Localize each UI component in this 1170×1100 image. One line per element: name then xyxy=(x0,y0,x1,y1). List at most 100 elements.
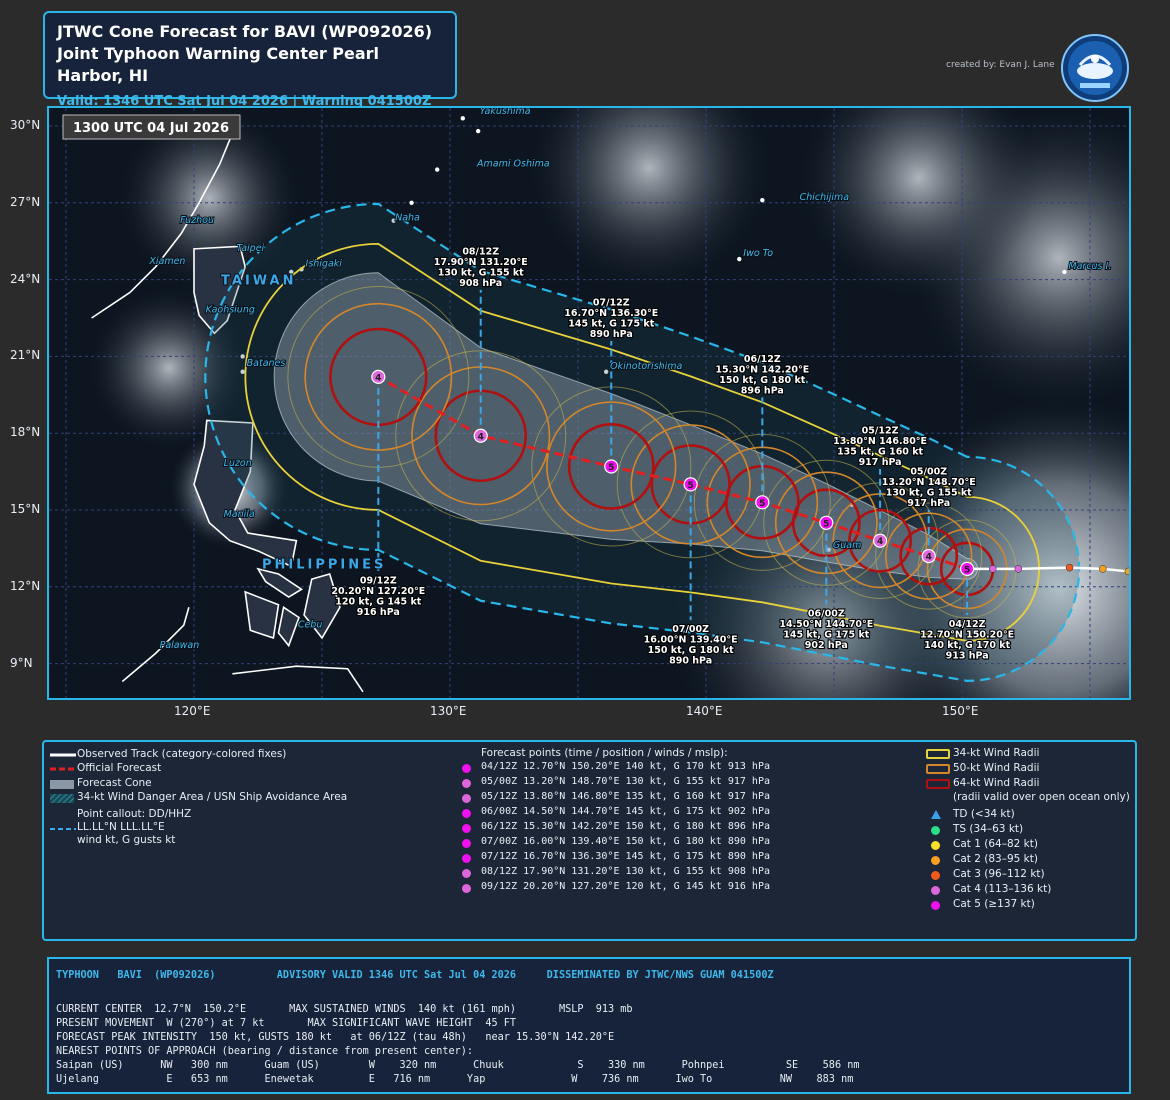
forecast-point-category: 4 xyxy=(877,537,883,547)
place-label: Fuzhou xyxy=(180,215,214,226)
callout-text: 16.00°N 139.40°E xyxy=(644,635,738,646)
forecast-points-header: Forecast points (time / position / winds… xyxy=(481,747,728,759)
callout-text: 130 kt, G 155 kt xyxy=(886,488,972,499)
callout-text: 140 kt, G 170 kt xyxy=(924,640,1010,651)
callout-text: 04/12Z xyxy=(949,619,986,630)
place-label: Kaohsiung xyxy=(206,304,255,315)
place-label: Amami Oshima xyxy=(476,159,550,170)
place-label: Cebu xyxy=(298,619,323,630)
lat-tick-label: 15°N xyxy=(10,502,41,516)
legend-callout-1: Point callout: DD/HHZ xyxy=(77,808,192,820)
place-label: Luzon xyxy=(224,458,252,469)
callout-text: 120 kt, G 145 kt xyxy=(335,596,421,607)
advisory-line-6: Ujelang E 653 nm Enewetak E 716 nm Yap W… xyxy=(56,1074,854,1085)
callout-text: 902 hPa xyxy=(805,640,848,651)
forecast-point-category: 5 xyxy=(688,481,694,491)
forecast-point-row: 05/00Z 13.20°N 148.70°E 130 kt, G 155 kt… xyxy=(481,776,770,787)
legend-official-forecast: Official Forecast xyxy=(77,762,162,774)
place-label: Marcus I. xyxy=(1068,261,1111,272)
category-dot-icon xyxy=(931,901,940,910)
callout-text: 06/12Z xyxy=(744,354,781,365)
forecast-point-category: 4 xyxy=(478,432,484,442)
jtwc-logo-icon xyxy=(1061,34,1129,102)
forecast-point-row: 06/12Z 15.30°N 142.20°E 150 kt, G 180 kt… xyxy=(481,821,770,832)
category-dot-icon xyxy=(931,826,940,835)
radii-legend-label: 50-kt Wind Radii xyxy=(953,762,1040,774)
callout-text: 08/12Z xyxy=(462,246,499,257)
forecast-point-dot-icon xyxy=(462,779,471,788)
official-forecast-dash-icon xyxy=(50,767,76,771)
category-legend-label: TD (<34 kt) xyxy=(953,808,1015,820)
lat-tick-label: 27°N xyxy=(10,194,41,209)
lat-tick-label: 21°N xyxy=(10,348,41,363)
callout-text: 09/12Z xyxy=(360,575,397,586)
observed-fix xyxy=(988,565,997,573)
radii-swatch-icon xyxy=(926,749,950,759)
callout-text: 17.90°N 131.20°E xyxy=(434,257,528,268)
legend-panel: Observed Track (category-colored fixes) … xyxy=(42,740,1137,941)
callout-text: 896 hPa xyxy=(741,385,784,396)
legend-callout-2: LL.LL°N LLL.LL°E xyxy=(77,821,165,833)
callout-text: 135 kt, G 160 kt xyxy=(837,447,923,458)
callout-text: 913 hPa xyxy=(946,650,989,661)
forecast-point-category: 5 xyxy=(964,565,970,575)
callout-text: 14.50°N 144.70°E xyxy=(779,619,873,630)
lon-tick-label: 130°E xyxy=(430,704,467,718)
forecast-point-dot-icon xyxy=(462,794,471,803)
category-dot-icon xyxy=(931,871,940,880)
forecast-point-row: 08/12Z 17.90°N 131.20°E 130 kt, G 155 kt… xyxy=(481,866,770,877)
callout-text: 05/12Z xyxy=(862,426,899,437)
forecast-map: 04/12Z12.70°N 150.20°E140 kt, G 170 kt91… xyxy=(49,108,1129,698)
island-marker xyxy=(1062,269,1067,275)
forecast-point-dot-icon xyxy=(462,869,471,878)
forecast-point-dot-icon xyxy=(462,839,471,848)
forecast-point-row: 05/12Z 13.80°N 146.80°E 135 kt, G 160 kt… xyxy=(481,791,770,802)
category-legend-label: Cat 2 (83–95 kt) xyxy=(953,853,1038,865)
lat-tick-label: 18°N xyxy=(10,425,41,440)
forecast-point-category: 5 xyxy=(608,463,614,473)
island-marker xyxy=(435,167,440,172)
lon-tick-label: 120°E xyxy=(174,704,211,718)
place-label: Xiamen xyxy=(148,256,185,267)
place-label: Taipei xyxy=(236,243,264,254)
forecast-point-category: 4 xyxy=(926,553,932,563)
legend-observed-track: Observed Track (category-colored fixes) xyxy=(77,748,287,760)
title-box: JTWC Cone Forecast for BAVI (WP092026) J… xyxy=(43,11,457,109)
callout-text: 16.70°N 136.30°E xyxy=(564,308,658,319)
observed-fix xyxy=(1065,563,1074,572)
forecast-point-category: 5 xyxy=(759,499,765,509)
callout-text: 150 kt, G 180 kt xyxy=(648,645,734,656)
category-dot-icon xyxy=(931,841,940,850)
forecast-cone-swatch-icon xyxy=(50,780,74,789)
category-dot-icon xyxy=(931,886,940,895)
lat-tick-label: 12°N xyxy=(10,578,41,593)
advisory-line-4: NEAREST POINTS OF APPROACH (bearing / di… xyxy=(56,1046,474,1057)
radii-note: (radii valid over open ocean only) xyxy=(953,791,1130,803)
forecast-point-category: 5 xyxy=(823,519,829,529)
legend-forecast-cone: Forecast Cone xyxy=(77,777,152,789)
island-marker xyxy=(737,256,742,262)
advisory-line-3: FORECAST PEAK INTENSITY 150 kt, GUSTS 18… xyxy=(56,1032,615,1043)
category-legend-label: Cat 3 (96–112 kt) xyxy=(953,868,1045,880)
callout-text: 07/00Z xyxy=(672,624,709,635)
place-label: Batanes xyxy=(247,358,286,369)
callout-text: 145 kt, G 175 kt xyxy=(568,319,654,330)
lat-tick-label: 30°N xyxy=(10,118,41,132)
forecast-point-dot-icon xyxy=(462,854,471,863)
lon-tick-label: 150°E xyxy=(942,704,979,718)
place-label: Yakushima xyxy=(480,108,531,117)
place-label: Iwo To xyxy=(743,248,773,259)
map-subtitle: Joint Typhoon Warning Center Pearl Harbo… xyxy=(57,44,380,85)
advisory-header: TYPHOON BAVI (WP092026) ADVISORY VALID 1… xyxy=(56,970,774,981)
observed-fix xyxy=(1099,565,1107,573)
callout-text: 150 kt, G 180 kt xyxy=(719,375,805,386)
forecast-point-row: 06/00Z 14.50°N 144.70°E 145 kt, G 175 kt… xyxy=(481,806,770,817)
map-title: JTWC Cone Forecast for BAVI (WP092026) xyxy=(57,22,433,41)
forecast-point-dot-icon xyxy=(462,884,471,893)
lon-tick-label: 140°E xyxy=(686,704,723,718)
advisory-line-2: PRESENT MOVEMENT W (270°) at 7 kt MAX SI… xyxy=(56,1018,517,1029)
observed-track-line-icon xyxy=(50,753,76,757)
forecast-point-dot-icon xyxy=(462,764,471,773)
callout-text: 917 hPa xyxy=(859,457,902,468)
advisory-line-1: CURRENT CENTER 12.7°N 150.2°E MAX SUSTAI… xyxy=(56,1004,633,1015)
